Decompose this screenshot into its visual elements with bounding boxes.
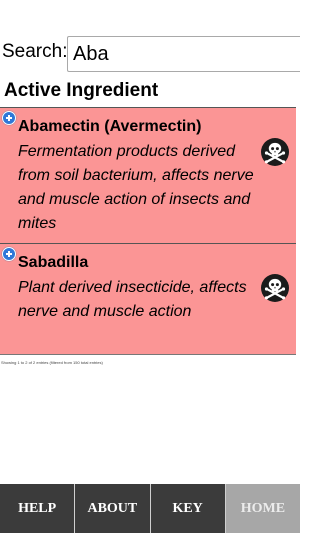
list-item[interactable]: Sabadilla Plant derived insecticide, aff… [0, 243, 296, 355]
bottom-tab-bar: HELP ABOUT KEY HOME [0, 484, 300, 533]
tab-key[interactable]: KEY [151, 484, 226, 533]
skull-crossbones-icon [261, 274, 289, 302]
skull-crossbones-icon [261, 138, 289, 166]
tab-home[interactable]: HOME [225, 484, 300, 533]
ingredient-list: Abamectin (Avermectin) Fermentation prod… [0, 107, 296, 355]
search-input[interactable] [67, 36, 300, 72]
list-item[interactable]: Abamectin (Avermectin) Fermentation prod… [0, 107, 296, 243]
search-label: Search: [2, 41, 68, 62]
search-row: Search: [0, 36, 300, 72]
ingredient-description: Plant derived insecticide, affects nerve… [18, 279, 247, 320]
table-info-text: Showing 1 to 2 of 2 entries (filtered fr… [1, 360, 103, 365]
expand-plus-icon[interactable] [2, 247, 16, 261]
tab-about[interactable]: ABOUT [75, 484, 151, 533]
ingredient-name: Abamectin (Avermectin) [18, 118, 202, 135]
expand-plus-icon[interactable] [2, 111, 16, 125]
ingredient-name: Sabadilla [18, 254, 89, 271]
ingredient-description: Fermentation products derived from soil … [18, 143, 254, 232]
section-heading: Active Ingredient [4, 80, 159, 101]
tab-help[interactable]: HELP [0, 484, 76, 533]
